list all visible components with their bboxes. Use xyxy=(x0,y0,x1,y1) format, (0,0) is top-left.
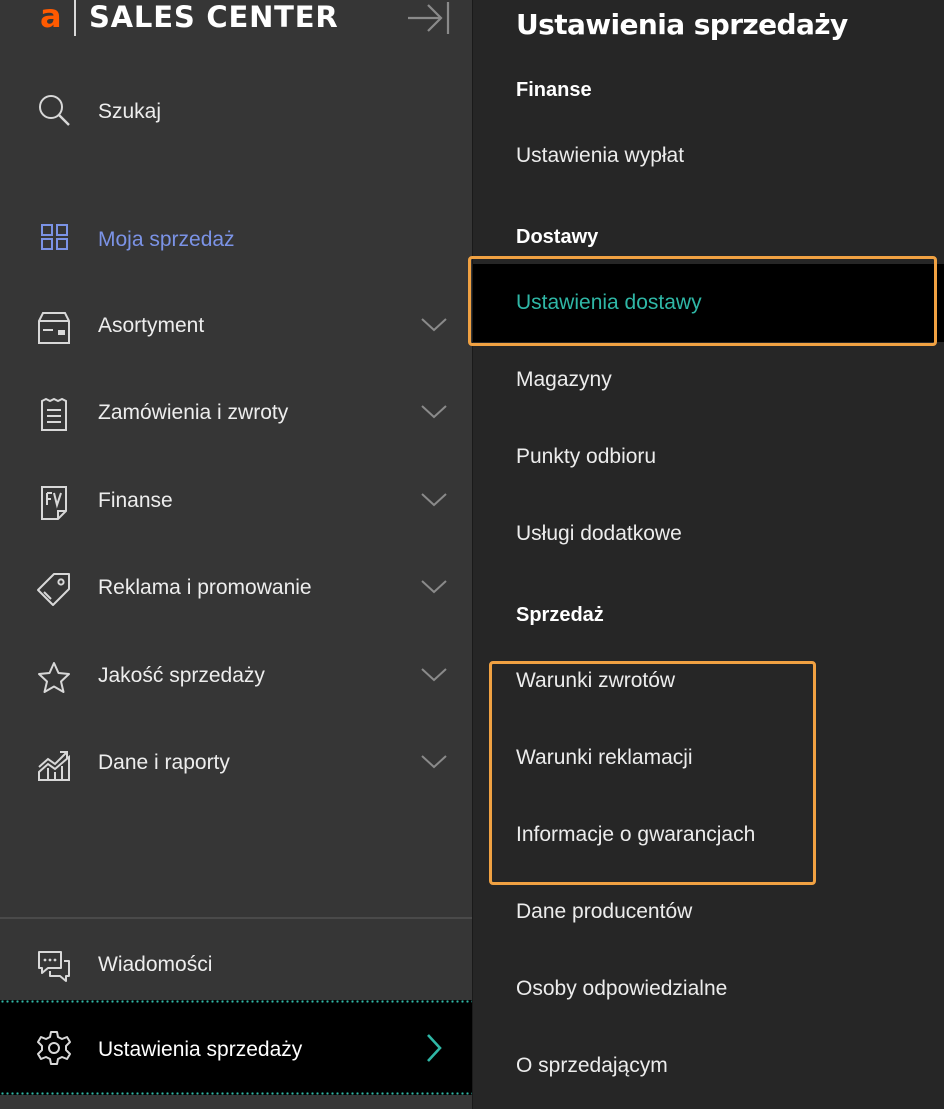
sidebar-item-label: Jakość sprzedaży xyxy=(98,664,265,687)
link-o-sprzedajacym[interactable]: O sprzedającym xyxy=(516,1054,668,1078)
panel-title: Ustawienia sprzedaży xyxy=(516,8,848,41)
sidebar-item-label: Wiadomości xyxy=(98,953,213,976)
sidebar-search[interactable]: Szukaj xyxy=(0,84,472,140)
sidebar-divider xyxy=(0,917,472,919)
sidebar-item-label: Ustawienia sprzedaży xyxy=(98,1038,303,1061)
collapse-arrow-icon xyxy=(408,2,450,34)
sidebar-item-label: Zamówienia i zwroty xyxy=(98,401,289,424)
sidebar-item-jakosc[interactable]: Jakość sprzedaży xyxy=(0,648,472,704)
sidebar-item-wiadomosci[interactable]: Wiadomości xyxy=(0,937,472,993)
chevron-down-icon[interactable] xyxy=(418,312,450,336)
chevron-right-icon[interactable] xyxy=(420,1032,448,1064)
section-heading-dostawy: Dostawy xyxy=(516,226,599,248)
search-label: Szukaj xyxy=(98,100,162,123)
sidebar-item-finanse[interactable]: Finanse xyxy=(0,473,472,529)
chevron-down-icon[interactable] xyxy=(418,662,450,686)
logo-separator xyxy=(74,0,76,36)
link-dane-producentow[interactable]: Dane producentów xyxy=(516,900,692,924)
chevron-down-icon[interactable] xyxy=(418,749,450,773)
link-warunki-zwrotow[interactable]: Warunki zwrotów xyxy=(516,669,675,693)
sidebar-item-label: Asortyment xyxy=(98,314,205,337)
product-box-icon xyxy=(38,312,70,344)
chevron-down-icon[interactable] xyxy=(418,399,450,423)
section-heading-finanse: Finanse xyxy=(516,79,592,101)
sidebar-item-ustawienia-sprzedazy[interactable]: Ustawienia sprzedaży xyxy=(0,1000,472,1095)
sidebar-item-moja-sprzedaz[interactable]: Moja sprzedaż xyxy=(0,212,472,268)
active-dotted-border xyxy=(0,1092,472,1095)
brand-header: a SALES CENTER xyxy=(0,0,472,40)
allegro-logo[interactable]: a xyxy=(40,0,62,34)
dashboard-grid-icon xyxy=(41,224,68,250)
settings-panel: Ustawienia sprzedaży Finanse Ustawienia … xyxy=(472,0,944,1109)
invoice-fv-icon xyxy=(41,486,67,520)
link-magazyny[interactable]: Magazyny xyxy=(516,368,612,392)
sidebar-item-label: Finanse xyxy=(98,489,173,512)
star-icon xyxy=(38,662,70,693)
link-uslugi-dodatkowe[interactable]: Usługi dodatkowe xyxy=(516,522,682,546)
collapse-sidebar-button[interactable] xyxy=(406,0,452,36)
search-icon xyxy=(39,95,70,126)
section-heading-sprzedaz: Sprzedaż xyxy=(516,604,604,626)
chart-growth-icon xyxy=(38,751,70,781)
sidebar-item-dane-raporty[interactable]: Dane i raporty xyxy=(0,735,472,791)
sidebar-item-zamowienia[interactable]: Zamówienia i zwroty xyxy=(0,385,472,441)
link-ustawienia-wyplat[interactable]: Ustawienia wypłat xyxy=(516,144,684,168)
sidebar: a SALES CENTER Szukaj Moja sprzedaż Asor… xyxy=(0,0,472,1109)
price-tag-icon xyxy=(37,573,70,606)
sidebar-item-label: Moja sprzedaż xyxy=(98,228,235,251)
link-warunki-reklamacji[interactable]: Warunki reklamacji xyxy=(516,746,693,770)
link-informacje-o-gwarancjach[interactable]: Informacje o gwarancjach xyxy=(516,823,755,847)
chevron-down-icon[interactable] xyxy=(418,574,450,598)
link-punkty-odbioru[interactable]: Punkty odbioru xyxy=(516,445,656,469)
app-title: SALES CENTER xyxy=(89,0,339,34)
sidebar-item-reklama[interactable]: Reklama i promowanie xyxy=(0,560,472,616)
link-ustawienia-dostawy[interactable]: Ustawienia dostawy xyxy=(516,291,702,315)
sidebar-item-label: Reklama i promowanie xyxy=(98,576,312,599)
receipt-icon xyxy=(41,397,67,431)
sidebar-item-label: Dane i raporty xyxy=(98,751,230,774)
sidebar-item-asortyment[interactable]: Asortyment xyxy=(0,298,472,354)
link-osoby-odpowiedzialne[interactable]: Osoby odpowiedzialne xyxy=(516,977,727,1001)
chevron-down-icon[interactable] xyxy=(418,487,450,511)
gear-icon xyxy=(37,1031,71,1065)
chat-bubbles-icon xyxy=(38,951,70,982)
